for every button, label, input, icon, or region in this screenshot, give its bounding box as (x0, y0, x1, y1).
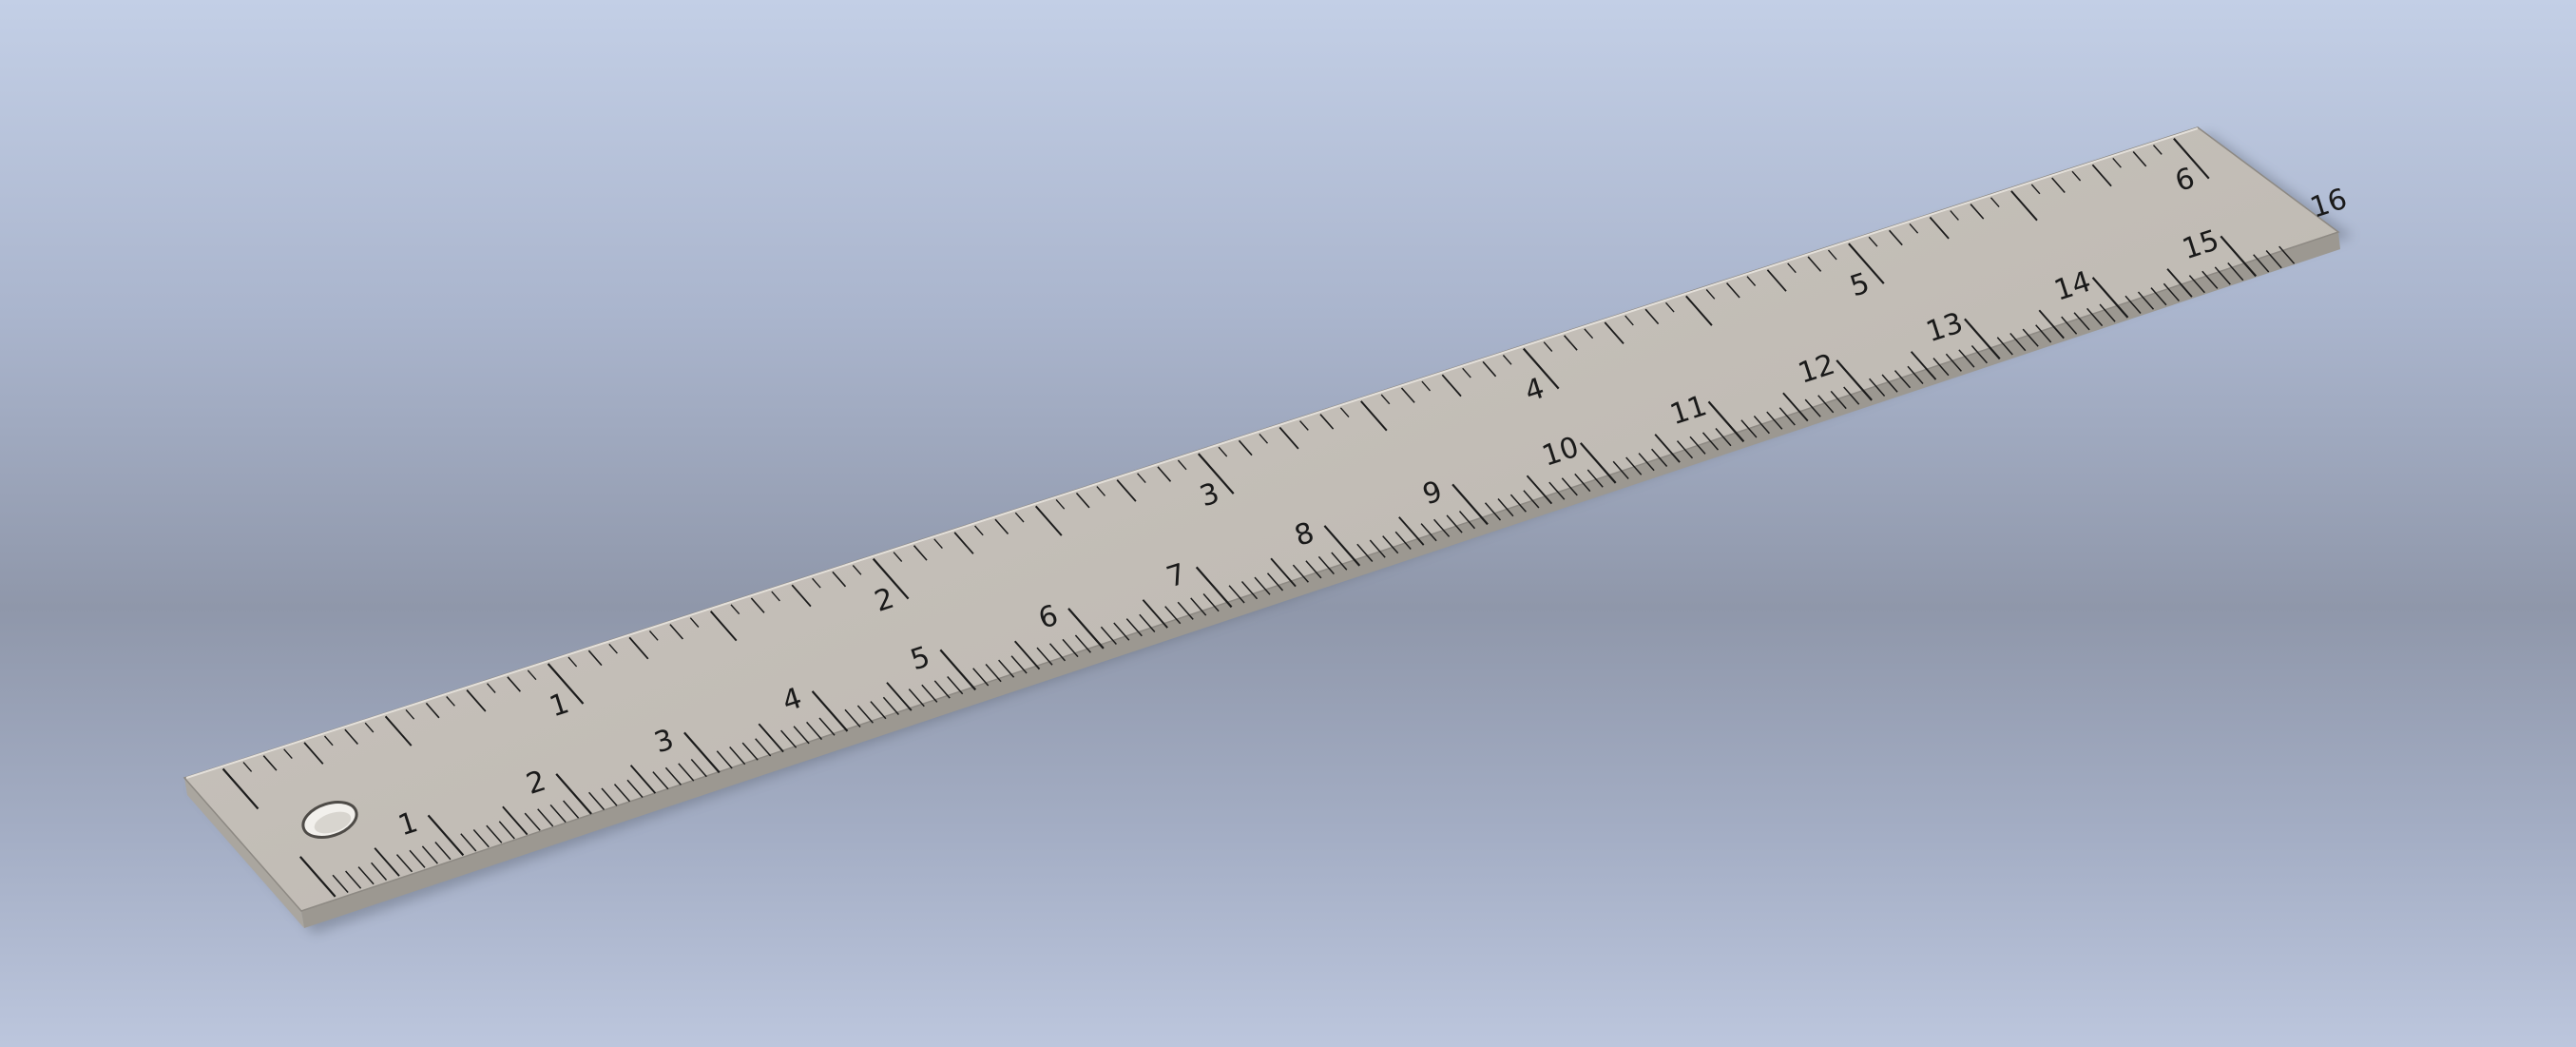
ruler-scene: 123456 12345678910111213141516 (183, 126, 2353, 934)
ruler-face (183, 126, 2340, 912)
ruler-top-highlight (185, 127, 2199, 779)
ruler-front-edge (301, 232, 2340, 928)
